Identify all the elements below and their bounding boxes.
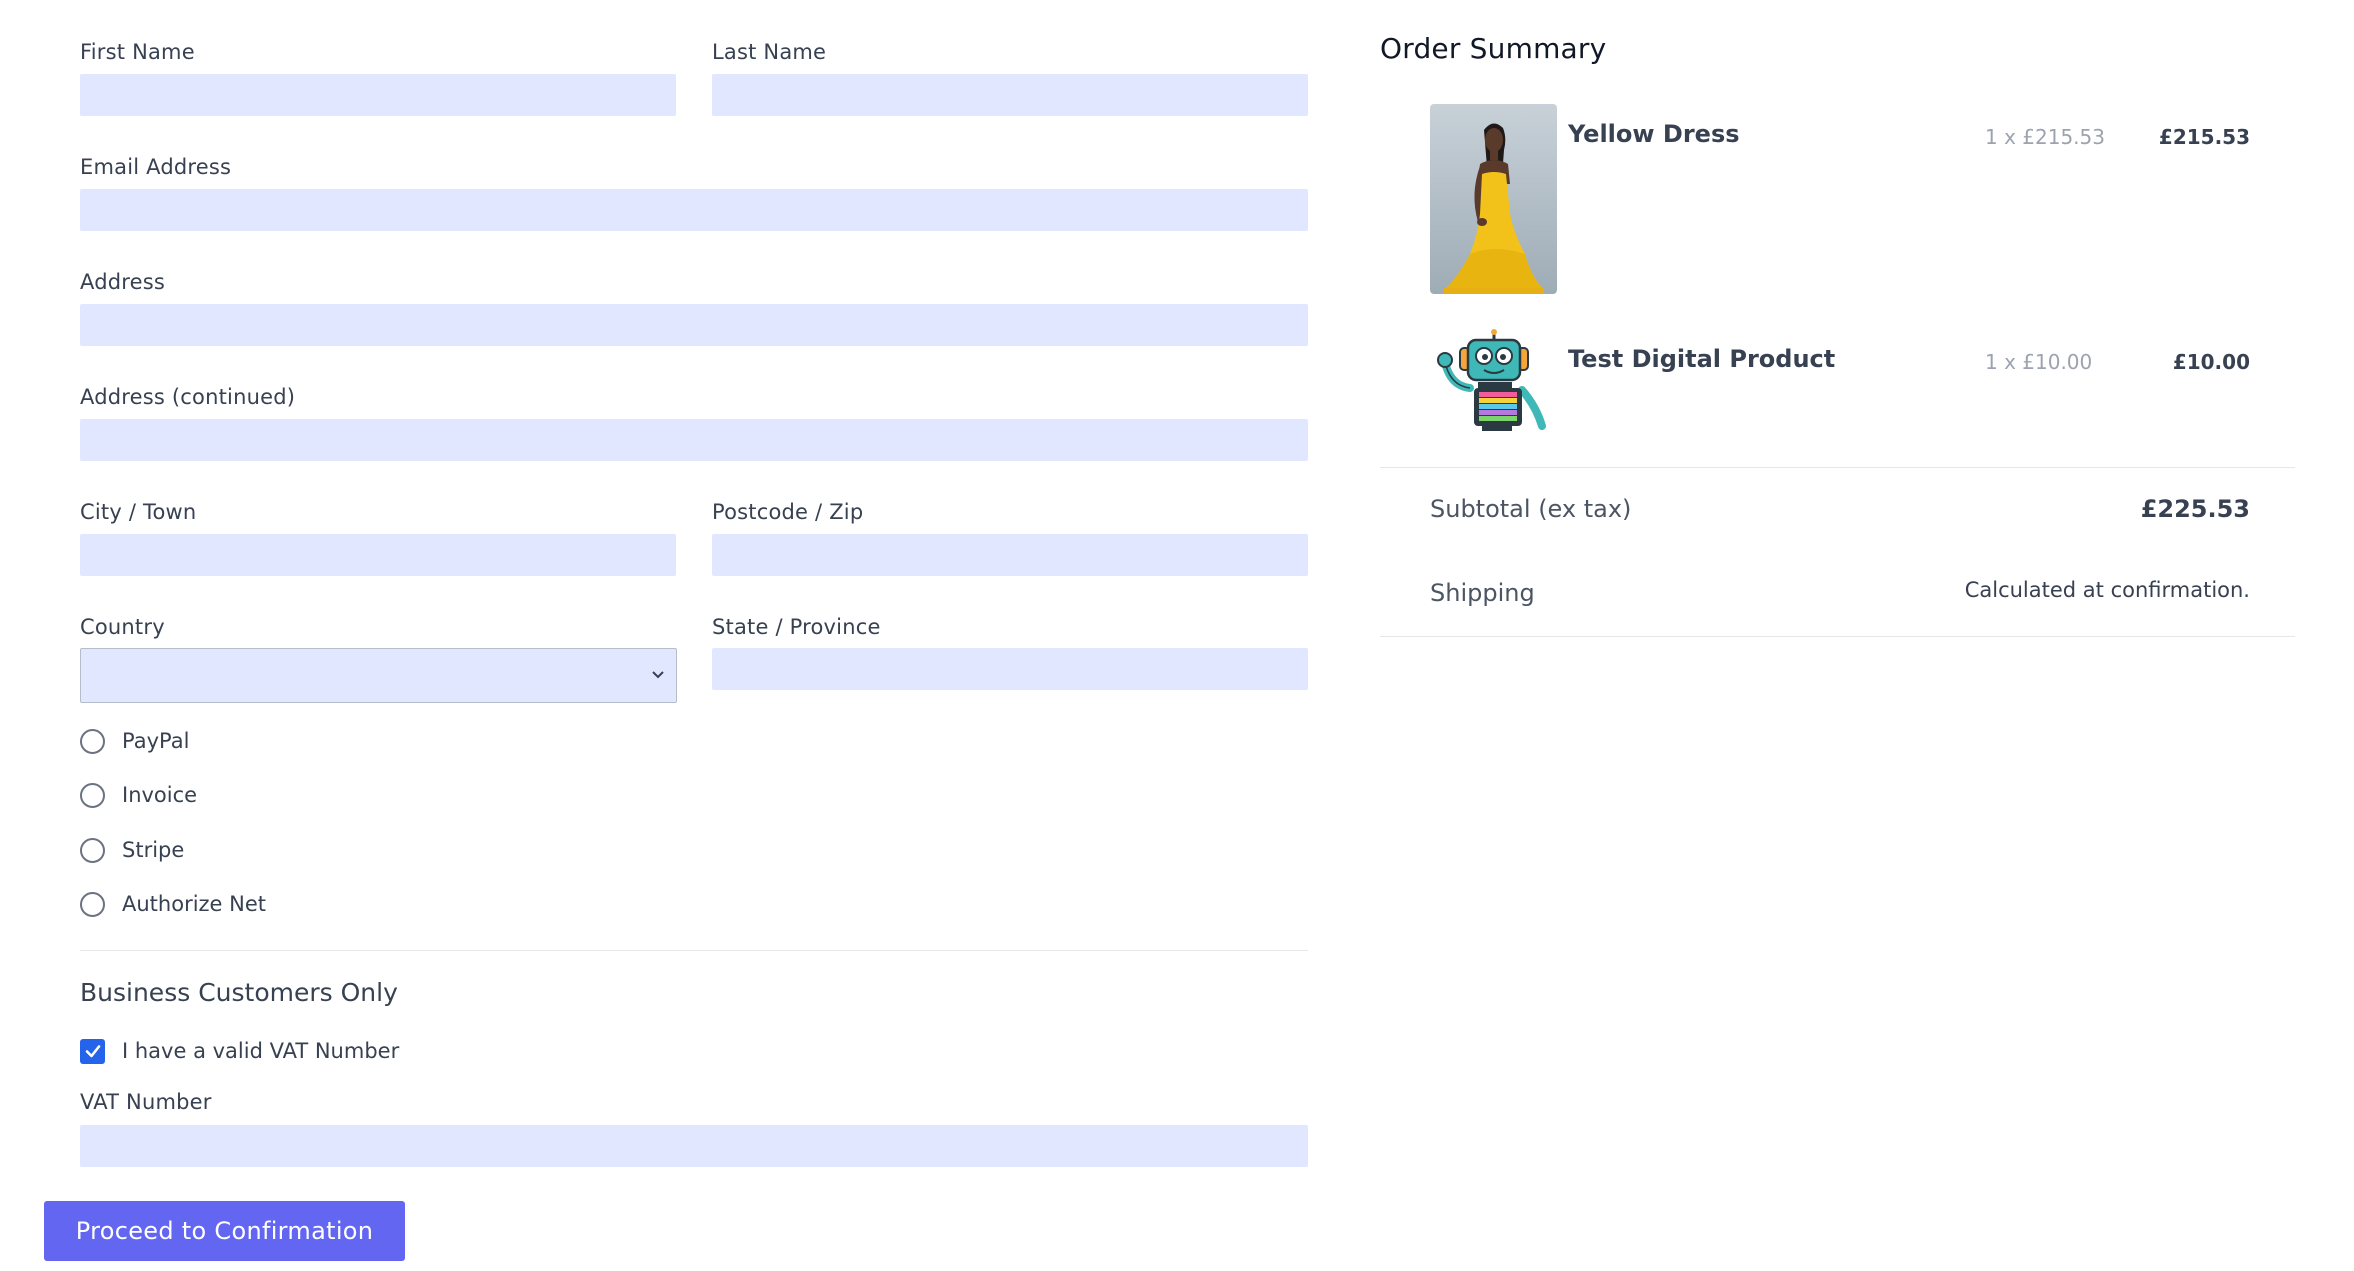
proceed-to-confirmation-button[interactable]: Proceed to Confirmation — [44, 1201, 405, 1261]
email-input[interactable] — [80, 189, 1308, 231]
radio-button[interactable] — [80, 782, 105, 808]
email-label: Email Address — [80, 155, 232, 179]
vat-checkbox-row[interactable]: I have a valid VAT Number — [80, 1036, 399, 1066]
shipping-label: Shipping — [1430, 579, 1535, 607]
payment-option-invoice[interactable]: Invoice — [80, 780, 197, 810]
vat-number-label: VAT Number — [80, 1090, 212, 1114]
order-item-name: Yellow Dress — [1568, 120, 1740, 148]
vat-number-input[interactable] — [80, 1125, 1308, 1167]
order-item-quantity: 1 x £10.00 — [1985, 350, 2093, 374]
checkout-page: First Name Last Name Email Address Addre… — [0, 0, 2354, 1271]
subtotal-value: £225.53 — [2140, 495, 2250, 523]
checkmark-icon — [85, 1045, 100, 1058]
woman-in-yellow-dress-photo — [1430, 104, 1557, 294]
order-item-quantity: 1 x £215.53 — [1985, 125, 2105, 149]
chevron-down-icon — [652, 671, 664, 679]
last-name-label: Last Name — [712, 40, 827, 64]
payment-option-authorize-net[interactable]: Authorize Net — [80, 889, 266, 919]
radio-button[interactable] — [80, 728, 105, 754]
subtotal-label: Subtotal (ex tax) — [1430, 495, 1632, 523]
payment-option-stripe[interactable]: Stripe — [80, 835, 184, 865]
state-label: State / Province — [712, 615, 881, 639]
product-thumbnail — [1430, 104, 1557, 294]
vat-checkbox[interactable] — [80, 1038, 105, 1064]
address-label: Address — [80, 270, 166, 294]
radio-button[interactable] — [80, 891, 105, 917]
address-continued-label: Address (continued) — [80, 385, 296, 409]
city-label: City / Town — [80, 500, 197, 524]
shipping-value: Calculated at confirmation. — [1964, 578, 2250, 602]
postcode-input[interactable] — [712, 534, 1308, 576]
payment-option-paypal[interactable]: PayPal — [80, 726, 189, 756]
vat-checkbox-label: I have a valid VAT Number — [122, 1039, 400, 1063]
first-name-label: First Name — [80, 40, 195, 64]
summary-divider — [1380, 467, 2295, 468]
order-summary-title: Order Summary — [1380, 32, 1607, 65]
robot-mascot-illustration — [1437, 329, 1546, 431]
payment-option-label: Invoice — [122, 783, 198, 807]
last-name-input[interactable] — [712, 74, 1308, 116]
city-input[interactable] — [80, 534, 676, 576]
payment-option-label: PayPal — [122, 729, 190, 753]
payment-option-label: Stripe — [122, 838, 185, 862]
summary-bottom-divider — [1380, 636, 2295, 637]
state-input[interactable] — [712, 648, 1308, 690]
order-item-name: Test Digital Product — [1568, 345, 1836, 373]
order-item-price: £215.53 — [2158, 125, 2250, 149]
form-divider — [80, 950, 1308, 951]
order-item-price: £10.00 — [2172, 350, 2250, 374]
business-section-heading: Business Customers Only — [80, 978, 398, 1007]
first-name-input[interactable] — [80, 74, 676, 116]
postcode-label: Postcode / Zip — [712, 500, 864, 524]
radio-button[interactable] — [80, 837, 105, 863]
product-thumbnail — [1430, 328, 1557, 433]
address-input[interactable] — [80, 304, 1308, 346]
address-continued-input[interactable] — [80, 419, 1308, 461]
payment-option-label: Authorize Net — [122, 892, 267, 916]
country-select[interactable] — [80, 648, 677, 703]
country-label: Country — [80, 615, 165, 639]
